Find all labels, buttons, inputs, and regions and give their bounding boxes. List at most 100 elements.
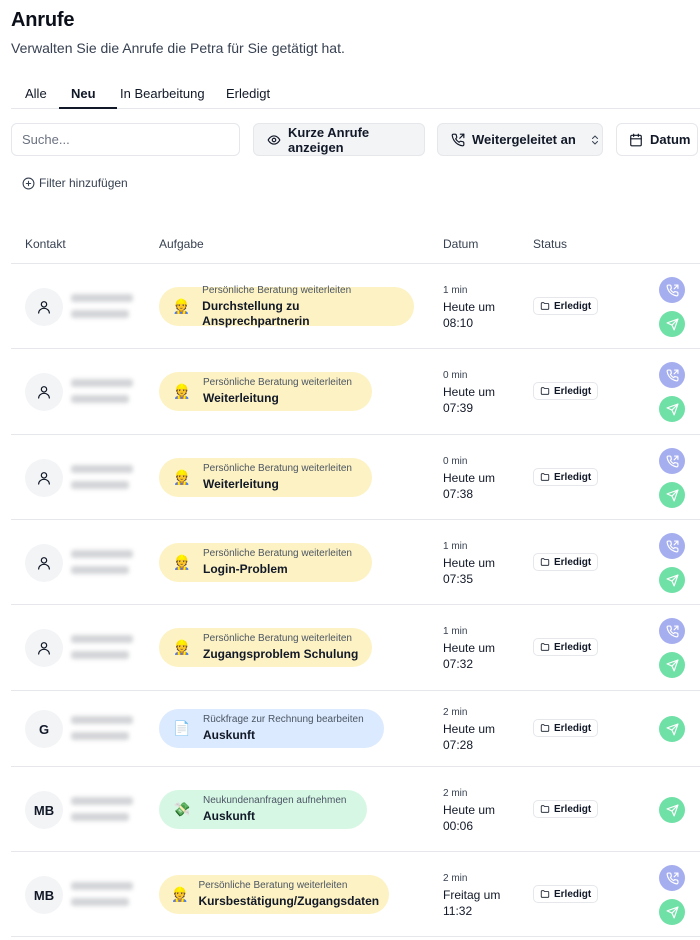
- avatar: [25, 373, 63, 411]
- send-button[interactable]: [659, 716, 685, 742]
- user-icon: [38, 472, 50, 485]
- send-button[interactable]: [659, 567, 685, 593]
- status-badge[interactable]: Erledigt: [533, 297, 599, 315]
- task-pill[interactable]: 👷 Persönliche Beratung weiterleiten Login-…: [159, 543, 372, 582]
- status-badge[interactable]: Erledigt: [533, 468, 599, 486]
- send-icon: [665, 658, 679, 672]
- forward-call-button[interactable]: [659, 362, 685, 388]
- table-row[interactable]: MB 💸 Neukundenanfragen aufnehmen Auskunft 2 …: [11, 767, 700, 852]
- task-title: Weiterleitung: [203, 477, 279, 492]
- add-filter-button[interactable]: Filter hinzufügen: [22, 176, 128, 190]
- call-duration: 2 min: [443, 788, 468, 799]
- call-date-day: Heute um: [443, 722, 496, 736]
- short-calls-label: Kurze Anrufe anzeigen: [288, 124, 370, 155]
- task-category-icon: 👷: [173, 469, 191, 485]
- contact-name-redacted: [71, 716, 133, 724]
- task-pill[interactable]: 👷 Persönliche Beratung weiterleiten Weiter…: [159, 458, 372, 497]
- phone-forward-icon: [666, 283, 679, 296]
- phone-forward-icon: [666, 624, 679, 637]
- search-input[interactable]: [11, 123, 240, 156]
- send-button[interactable]: [659, 396, 685, 422]
- task-category-icon: 💸: [173, 801, 191, 817]
- short-calls-button[interactable]: Kurze Anrufe anzeigen: [253, 123, 425, 156]
- call-date: Heute um 00:06: [443, 802, 523, 834]
- task-pill[interactable]: 👷 Persönliche Beratung weiterleiten Durchs…: [159, 285, 414, 328]
- task-pill[interactable]: 👷 Persönliche Beratung weiterleiten Zugang…: [159, 628, 372, 667]
- table-row[interactable]: 👷 Persönliche Beratung weiterleiten Zugang…: [11, 605, 700, 691]
- call-date-day: Heute um: [443, 641, 496, 655]
- send-icon: [665, 803, 679, 817]
- phone-forward-icon: [666, 368, 679, 381]
- contact-number-redacted: [71, 898, 129, 906]
- forwarded-select[interactable]: Weitergeleitet an: [437, 123, 603, 156]
- send-icon: [665, 573, 679, 587]
- task-title: Zugangsproblem Schulung: [203, 647, 359, 662]
- forward-call-button[interactable]: [659, 865, 685, 891]
- date-filter-button[interactable]: Datum: [616, 123, 698, 156]
- tab-neu[interactable]: Neu: [71, 86, 96, 101]
- send-icon: [665, 402, 679, 416]
- eye-icon: [267, 134, 281, 145]
- plus-circle-icon: [22, 177, 35, 189]
- tab-alle[interactable]: Alle: [25, 86, 47, 101]
- avatar-initials: MB: [33, 887, 55, 903]
- phone-forward-icon: [666, 871, 679, 884]
- column-header-task: Aufgabe: [159, 237, 204, 251]
- table-row[interactable]: 👷 Persönliche Beratung weiterleiten Weiter…: [11, 349, 700, 435]
- forward-call-button[interactable]: [659, 533, 685, 559]
- contact-number-redacted: [71, 481, 129, 489]
- task-category: Neukundenanfragen aufnehmen: [203, 795, 347, 807]
- status-badge[interactable]: Erledigt: [533, 382, 599, 400]
- call-date: Heute um 07:35: [443, 555, 523, 587]
- call-date-time: 07:28: [443, 738, 474, 752]
- date-filter-label: Datum: [650, 132, 691, 147]
- call-date-time: 11:32: [443, 904, 473, 918]
- table-row[interactable]: 👷 Persönliche Beratung weiterleiten Weiter…: [11, 435, 700, 520]
- status-badge[interactable]: Erledigt: [533, 719, 599, 737]
- contact-name-redacted: [71, 465, 133, 473]
- avatar-initials: MB: [33, 802, 55, 818]
- forward-call-button[interactable]: [659, 448, 685, 474]
- call-duration: 1 min: [443, 285, 468, 296]
- send-button[interactable]: [659, 311, 685, 337]
- tab-in-bearbeitung[interactable]: In Bearbeitung: [120, 86, 205, 101]
- send-button[interactable]: [659, 899, 685, 925]
- table-row[interactable]: MB 👷 Persönliche Beratung weiterleiten Kurs…: [11, 852, 700, 937]
- status-badge[interactable]: Erledigt: [533, 885, 599, 903]
- task-category-icon: 👷: [173, 383, 191, 399]
- folder-icon: [540, 302, 550, 310]
- user-icon: [38, 642, 50, 655]
- task-category: Persönliche Beratung weiterleiten: [198, 880, 348, 892]
- call-date: Heute um 07:39: [443, 384, 523, 416]
- status-badge[interactable]: Erledigt: [533, 800, 599, 818]
- forward-call-button[interactable]: [659, 618, 685, 644]
- task-title: Weiterleitung: [203, 391, 279, 406]
- task-category-icon: 👷: [173, 554, 191, 570]
- table-row[interactable]: G 📄 Rückfrage zur Rechnung bearbeiten Ausku…: [11, 691, 700, 767]
- status-badge[interactable]: Erledigt: [533, 553, 599, 571]
- call-date-day: Heute um: [443, 385, 496, 399]
- avatar: G: [25, 710, 63, 748]
- avatar: [25, 288, 63, 326]
- phone-forward-icon: [666, 454, 679, 467]
- tab-erledigt[interactable]: Erledigt: [226, 86, 270, 101]
- send-button[interactable]: [659, 797, 685, 823]
- folder-icon: [540, 387, 550, 395]
- avatar: [25, 629, 63, 667]
- avatar: [25, 544, 63, 582]
- call-date: Heute um 07:38: [443, 470, 523, 502]
- table-row[interactable]: 👷 Persönliche Beratung weiterleiten Login-…: [11, 520, 700, 605]
- task-pill[interactable]: 👷 Persönliche Beratung weiterleiten Weiter…: [159, 372, 372, 411]
- task-title: Login-Problem: [203, 562, 288, 577]
- page-title: Anrufe: [11, 9, 75, 31]
- table-row[interactable]: 👷 Persönliche Beratung weiterleiten Durchs…: [11, 264, 700, 349]
- send-button[interactable]: [659, 652, 685, 678]
- task-pill[interactable]: 👷 Persönliche Beratung weiterleiten Kursbe…: [159, 875, 389, 914]
- status-badge[interactable]: Erledigt: [533, 638, 599, 656]
- task-pill[interactable]: 💸 Neukundenanfragen aufnehmen Auskunft: [159, 790, 367, 829]
- forwarded-label: Weitergeleitet an: [472, 132, 576, 147]
- forward-call-button[interactable]: [659, 277, 685, 303]
- task-pill[interactable]: 📄 Rückfrage zur Rechnung bearbeiten Auskun…: [159, 709, 384, 748]
- avatar-initials: G: [38, 721, 50, 737]
- send-button[interactable]: [659, 482, 685, 508]
